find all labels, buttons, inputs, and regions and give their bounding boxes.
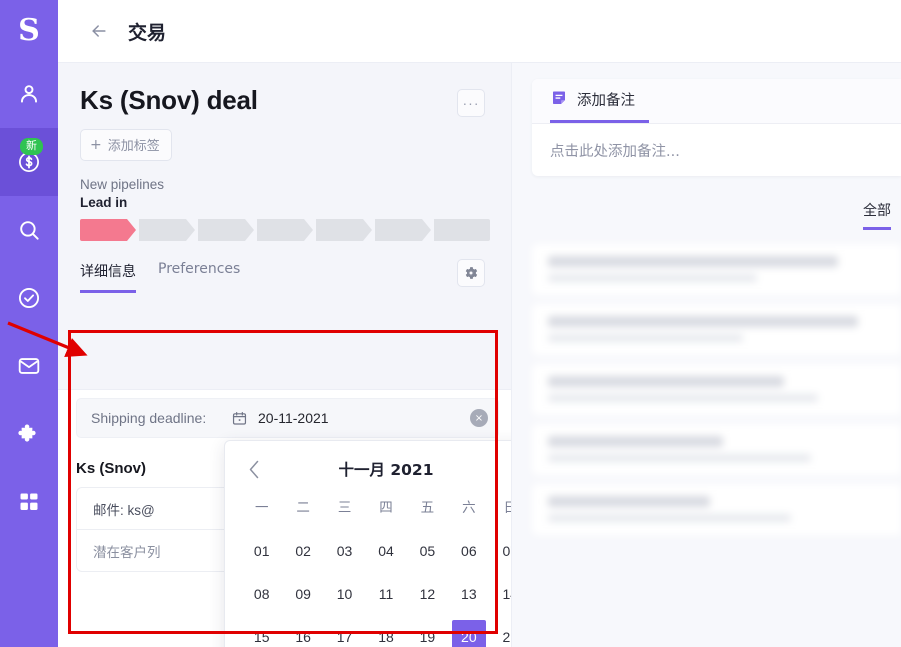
tab-add-note[interactable]: 添加备注 <box>550 79 649 123</box>
activity-item[interactable] <box>532 244 901 295</box>
date-picker-month-label: 十一月 2021 <box>338 461 434 479</box>
add-note-label: 添加备注 <box>577 93 635 109</box>
pipeline-stage-bar[interactable] <box>80 219 490 241</box>
arrow-left-icon[interactable] <box>86 18 112 44</box>
left-sidebar: S 新 <box>0 0 58 647</box>
deal-header: Ks (Snov) deal ··· + 添加标签 New pipelines … <box>58 63 511 241</box>
weekday-label: 日 <box>503 500 511 516</box>
calendar-day[interactable]: 08 <box>241 572 282 615</box>
pipeline-stage[interactable] <box>375 219 431 241</box>
check-circle-icon <box>16 285 42 311</box>
sidebar-item-search[interactable] <box>0 196 58 264</box>
app-root: S 新 交易 Ks (Snov) deal ··· + 添加标签 New pip… <box>0 0 901 647</box>
activity-list <box>532 244 901 535</box>
activity-item[interactable] <box>532 424 901 475</box>
envelope-icon <box>16 353 42 379</box>
page-title: 交易 <box>128 21 167 44</box>
activity-filter-row: 全部 <box>512 200 901 230</box>
calendar-day[interactable]: 01 <box>241 529 282 572</box>
tab-preferences[interactable]: Preferences <box>158 261 240 293</box>
shipping-deadline-label: Shipping deadline: <box>91 410 207 426</box>
chevron-left-icon[interactable] <box>241 456 267 482</box>
pipeline-stage[interactable] <box>198 219 254 241</box>
pipeline-name: New pipelines <box>80 177 165 192</box>
weekday-label: 四 <box>379 500 393 516</box>
deal-panel: Ks (Snov) deal ··· + 添加标签 New pipelines … <box>58 63 511 647</box>
stage-name: Lead in <box>80 195 128 210</box>
calendar-day[interactable]: 17 <box>324 615 365 647</box>
calendar-day[interactable]: 05 <box>407 529 448 572</box>
date-picker-header: 十一月 2021 <box>241 455 511 483</box>
top-bar: 交易 <box>58 0 901 63</box>
pipeline-stage[interactable] <box>434 219 490 241</box>
app-logo[interactable]: S <box>0 0 58 60</box>
puzzle-icon <box>16 421 42 447</box>
deal-title: Ks (Snov) deal <box>80 85 258 115</box>
chevron-right-icon[interactable] <box>505 456 511 482</box>
deal-tabs: 详细信息 Preferences <box>80 261 240 293</box>
calendar-day[interactable]: 19 <box>407 615 448 647</box>
activity-panel: 添加备注 点击此处添加备注... 全部 <box>511 63 901 647</box>
deal-tabs-row: 详细信息 Preferences <box>58 259 511 293</box>
calendar-day[interactable]: 03 <box>324 529 365 572</box>
calendar-day[interactable]: 09 <box>282 572 323 615</box>
sidebar-item-email[interactable] <box>0 332 58 400</box>
calendar-day[interactable]: 15 <box>241 615 282 647</box>
calendar-day[interactable]: 02 <box>282 529 323 572</box>
weekday-label: 五 <box>420 500 435 516</box>
activity-item[interactable] <box>532 484 901 535</box>
body-area: Ks (Snov) deal ··· + 添加标签 New pipelines … <box>58 63 901 647</box>
person-icon <box>16 81 42 107</box>
pipeline-stage[interactable] <box>80 219 136 241</box>
sidebar-item-deals[interactable]: 新 <box>0 128 58 196</box>
weekday-label: 三 <box>337 500 352 516</box>
clear-date-button[interactable]: × <box>470 409 488 427</box>
sidebar-item-tasks[interactable] <box>0 264 58 332</box>
calendar-day[interactable]: 10 <box>324 572 365 615</box>
sidebar-item-apps[interactable] <box>0 468 58 536</box>
calendar-day[interactable]: 11 <box>365 572 406 615</box>
date-picker-popup[interactable]: 十一月 2021 一 二 三 四 五 六 日 01 02 03 04 05 06… <box>224 440 511 647</box>
shipping-deadline-value[interactable]: 20-11-2021 <box>258 410 470 426</box>
new-badge: 新 <box>20 138 43 155</box>
note-input[interactable]: 点击此处添加备注... <box>532 124 901 176</box>
tab-details[interactable]: 详细信息 <box>80 261 136 293</box>
date-picker-weekdays: 一 二 三 四 五 六 日 <box>241 489 511 523</box>
add-tag-button[interactable]: + 添加标签 <box>80 129 172 161</box>
grid-icon <box>17 490 41 514</box>
calendar-day[interactable]: 16 <box>282 615 323 647</box>
calendar-day[interactable]: 13 <box>448 572 489 615</box>
plus-icon: + <box>90 136 102 153</box>
calendar-icon[interactable] <box>231 410 248 427</box>
calendar-day[interactable]: 04 <box>365 529 406 572</box>
shipping-deadline-field[interactable]: Shipping deadline: 20-11-2021 × <box>76 398 499 438</box>
gear-icon[interactable] <box>457 259 485 287</box>
calendar-day[interactable]: 21 <box>490 615 511 647</box>
activity-item[interactable] <box>532 304 901 355</box>
pipeline-stage[interactable] <box>139 219 195 241</box>
weekday-label: 一 <box>254 500 269 516</box>
sidebar-item-contacts[interactable] <box>0 60 58 128</box>
calendar-day-selected[interactable]: 20 <box>448 615 489 647</box>
note-icon <box>550 89 568 111</box>
pipeline-stage[interactable] <box>316 219 372 241</box>
calendar-day[interactable]: 12 <box>407 572 448 615</box>
main-column: 交易 Ks (Snov) deal ··· + 添加标签 New pipelin… <box>58 0 901 647</box>
tab-all-activities[interactable]: 全部 <box>863 200 891 230</box>
date-picker-days: 01 02 03 04 05 06 07 08 09 10 11 12 13 1… <box>241 529 511 647</box>
calendar-day[interactable]: 06 <box>448 529 489 572</box>
calendar-day[interactable]: 14 <box>490 572 511 615</box>
calendar-day[interactable]: 07 <box>490 529 511 572</box>
weekday-label: 二 <box>296 500 310 516</box>
sidebar-item-integrations[interactable] <box>0 400 58 468</box>
pipeline-stage[interactable] <box>257 219 313 241</box>
activity-item[interactable] <box>532 364 901 415</box>
more-options-button[interactable]: ··· <box>457 89 485 117</box>
weekday-label: 六 <box>462 500 476 516</box>
add-tag-label: 添加标签 <box>107 139 160 154</box>
add-note-card: 添加备注 点击此处添加备注... <box>532 79 901 176</box>
calendar-day[interactable]: 18 <box>365 615 406 647</box>
note-tabs: 添加备注 <box>532 79 901 124</box>
search-icon <box>16 217 42 243</box>
